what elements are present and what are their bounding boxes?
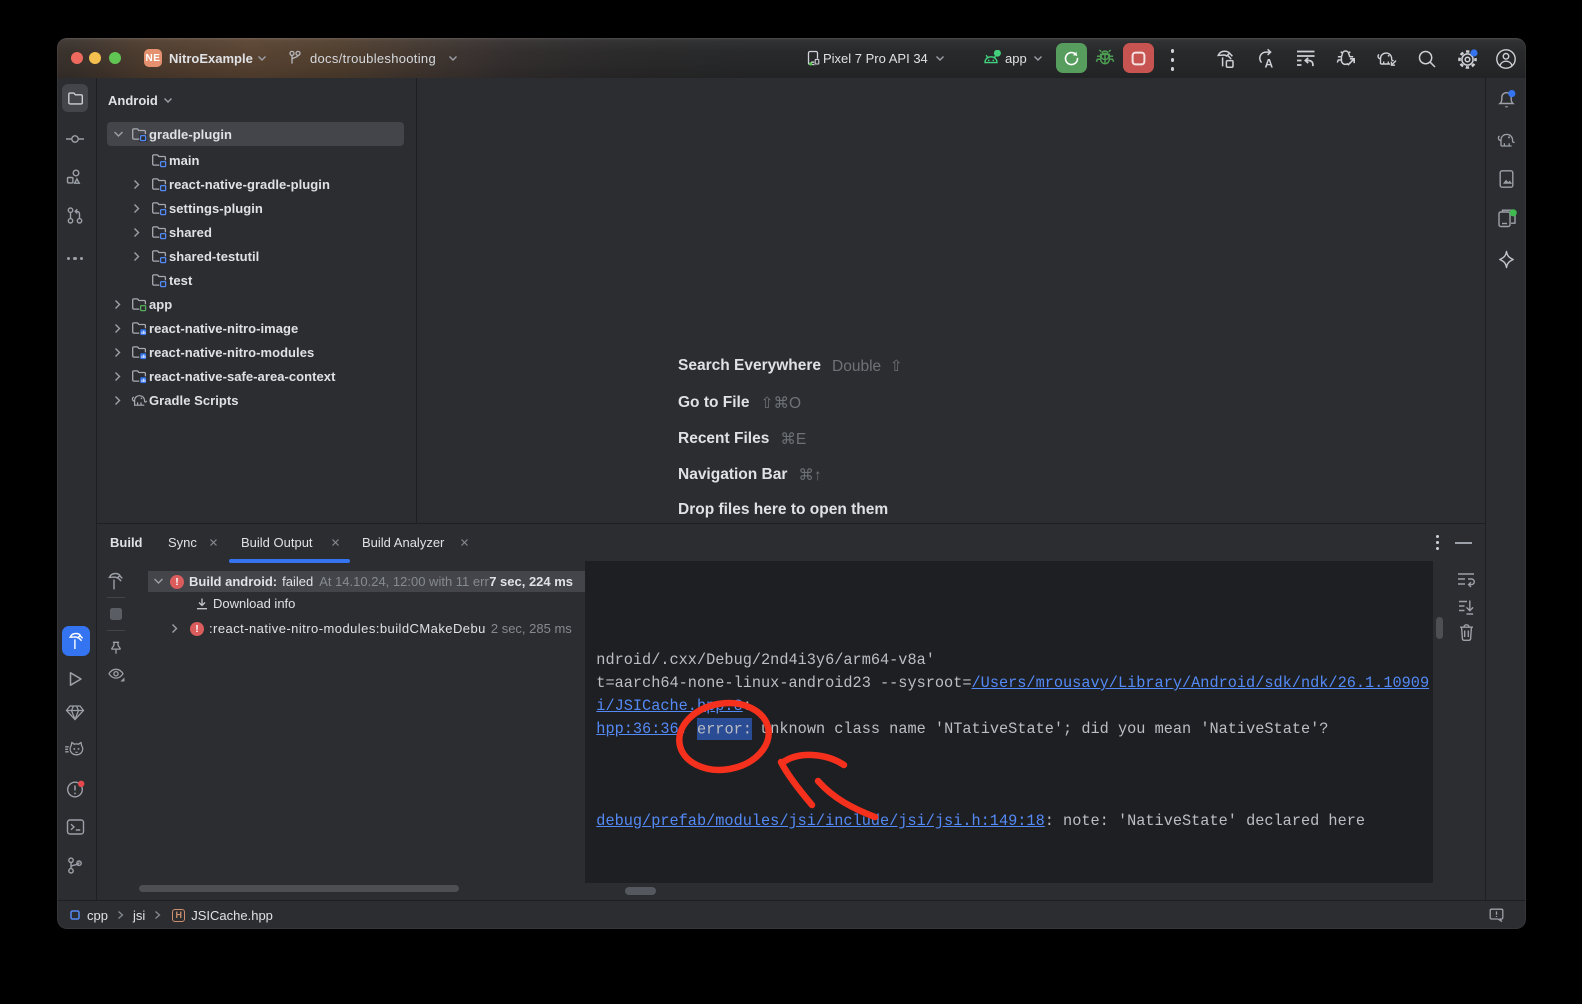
svg-text:A: A (1265, 57, 1274, 71)
